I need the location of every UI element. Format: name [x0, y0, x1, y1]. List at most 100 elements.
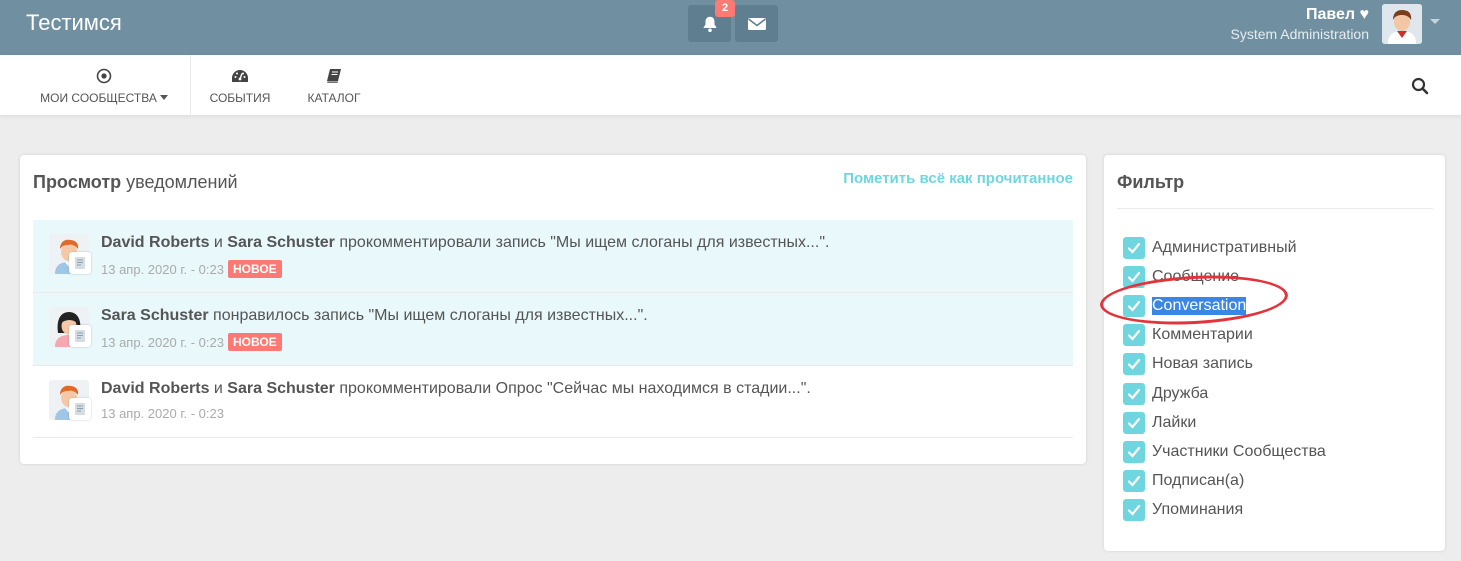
new-badge: НОВОЕ	[227, 260, 282, 278]
checkmark-icon	[1127, 475, 1141, 487]
checkbox[interactable]	[1123, 440, 1145, 463]
checkmark-icon	[1127, 388, 1141, 400]
top-bar: Тестимся 2 Павел ♥ System Administration	[0, 0, 1461, 55]
user-name[interactable]: Павел ♥	[1306, 6, 1369, 24]
checkmark-icon	[1127, 417, 1141, 429]
post-icon	[69, 325, 91, 347]
nav-my-communities[interactable]: МОИ СООБЩЕСТВА	[28, 55, 180, 116]
checkbox[interactable]	[1123, 411, 1145, 434]
envelope-icon	[747, 17, 766, 30]
filter-item-new-post[interactable]: Новая запись	[1123, 350, 1326, 379]
notification-meta: 13 апр. 2020 г. - 0:23	[101, 406, 224, 421]
actor-name[interactable]: Sara Schuster	[227, 234, 335, 251]
notification-time: 13 апр. 2020 г. - 0:23	[101, 334, 224, 350]
dashboard-gauge-icon	[231, 67, 249, 85]
messages-button[interactable]	[735, 5, 778, 42]
conjunction: и	[209, 380, 228, 397]
filter-item-community-members[interactable]: Участники Сообщества	[1123, 437, 1326, 466]
user-role: System Administration	[1230, 26, 1370, 42]
notification-message: прокомментировали запись "Мы ищем слоган…	[334, 234, 830, 251]
notification-meta: 13 апр. 2020 г. - 0:23 НОВОЕ	[101, 333, 282, 351]
chevron-down-icon	[159, 95, 168, 100]
filter-label: Лайки	[1152, 413, 1197, 431]
nav-divider	[190, 55, 191, 116]
filter-label: Комментарии	[1152, 326, 1253, 344]
nav-bar: МОИ СООБЩЕСТВА СОБЫТИЯ КАТАЛОГ	[0, 55, 1461, 116]
checkmark-icon	[1127, 446, 1141, 458]
notification-item[interactable]: David Roberts и Sara Schuster прокоммент…	[33, 220, 1073, 293]
nav-events-label: СОБЫТИЯ	[209, 90, 271, 105]
checkbox[interactable]	[1123, 470, 1145, 493]
nav-catalog-label: КАТАЛОГ	[307, 90, 361, 105]
filter-label: Участники Сообщества	[1152, 442, 1326, 460]
nav-my-communities-label: МОИ СООБЩЕСТВА	[40, 90, 157, 105]
page-title-rest: уведомлений	[121, 172, 238, 192]
notification-meta: 13 апр. 2020 г. - 0:23 НОВОЕ	[101, 260, 282, 278]
notification-text: David Roberts и Sara Schuster прокоммент…	[101, 234, 829, 252]
actor-name[interactable]: David Roberts	[101, 380, 209, 397]
conjunction: и	[209, 234, 228, 251]
filter-label-selected: Conversation	[1152, 296, 1247, 315]
filter-item-administrative[interactable]: Административный	[1123, 233, 1326, 262]
checkbox[interactable]	[1123, 382, 1145, 405]
notification-count-badge: 2	[715, 0, 735, 17]
filter-item-followed[interactable]: Подписан(а)	[1123, 467, 1326, 496]
post-icon	[69, 398, 91, 420]
notification-text: David Roberts и Sara Schuster прокоммент…	[101, 380, 811, 398]
checkbox[interactable]	[1123, 353, 1145, 376]
filter-item-conversation[interactable]: Conversation	[1123, 291, 1326, 320]
checkmark-icon	[1127, 271, 1141, 283]
filter-label: Дружба	[1152, 384, 1209, 402]
notification-text: Sara Schuster понравилось запись "Мы ище…	[101, 307, 648, 325]
filter-label: Сообщение	[1152, 267, 1240, 285]
filter-title: Фильтр	[1117, 172, 1185, 192]
bell-icon	[703, 16, 716, 32]
notification-message: прокомментировали Опрос "Сейчас мы наход…	[334, 380, 811, 397]
filter-panel: Фильтр Административный Сообщение Conver…	[1104, 155, 1445, 551]
user-avatar-icon	[1382, 4, 1422, 44]
book-icon	[326, 67, 342, 85]
user-menu-caret-icon[interactable]	[1430, 19, 1440, 24]
target-icon	[96, 67, 112, 85]
search-icon	[1411, 77, 1429, 95]
filter-label: Подписан(а)	[1152, 472, 1245, 490]
nav-catalog[interactable]: КАТАЛОГ	[296, 55, 372, 116]
checkmark-icon	[1127, 242, 1141, 254]
notification-item[interactable]: Sara Schuster понравилось запись "Мы ище…	[33, 293, 1073, 366]
actor-name[interactable]: Sara Schuster	[101, 307, 209, 324]
mark-all-read-link[interactable]: Пометить всё как прочитанное	[843, 170, 1073, 187]
notification-list: David Roberts и Sara Schuster прокоммент…	[33, 220, 1073, 438]
new-badge: НОВОЕ	[227, 333, 282, 351]
checkmark-icon	[1127, 300, 1141, 312]
page-title-bold: Просмотр	[33, 172, 122, 192]
notification-message: понравилось запись "Мы ищем слоганы для …	[208, 307, 648, 324]
divider	[1117, 208, 1433, 209]
checkmark-icon	[1127, 505, 1141, 516]
page-title: Просмотр уведомлений	[33, 172, 238, 193]
checkbox[interactable]	[1123, 265, 1145, 288]
notifications-panel: Просмотр уведомлений Пометить всё как пр…	[20, 155, 1086, 464]
search-button[interactable]	[1409, 75, 1431, 97]
notification-time: 13 апр. 2020 г. - 0:23	[101, 406, 224, 421]
checkbox[interactable]	[1123, 499, 1145, 522]
checkmark-icon	[1127, 330, 1141, 341]
post-icon	[69, 252, 91, 274]
checkmark-icon	[1127, 359, 1141, 370]
checkbox[interactable]	[1123, 236, 1145, 259]
brand-logo-text[interactable]: Тестимся	[26, 10, 122, 36]
filter-item-mentions[interactable]: Упоминания	[1123, 496, 1326, 525]
actor-name[interactable]: David Roberts	[101, 234, 209, 251]
filter-label: Упоминания	[1152, 501, 1244, 519]
filter-item-friendship[interactable]: Дружба	[1123, 379, 1326, 408]
filter-item-message[interactable]: Сообщение	[1123, 262, 1326, 291]
filter-item-comments[interactable]: Комментарии	[1123, 321, 1326, 350]
user-avatar[interactable]	[1382, 4, 1422, 44]
filter-label: Новая запись	[1152, 355, 1253, 373]
nav-events[interactable]: СОБЫТИЯ	[196, 55, 284, 116]
checkbox[interactable]	[1123, 324, 1145, 347]
notification-item[interactable]: David Roberts и Sara Schuster прокоммент…	[33, 366, 1073, 438]
actor-name[interactable]: Sara Schuster	[227, 380, 335, 397]
filter-item-likes[interactable]: Лайки	[1123, 408, 1326, 437]
filter-label: Административный	[1152, 238, 1297, 256]
checkbox[interactable]	[1123, 294, 1145, 317]
